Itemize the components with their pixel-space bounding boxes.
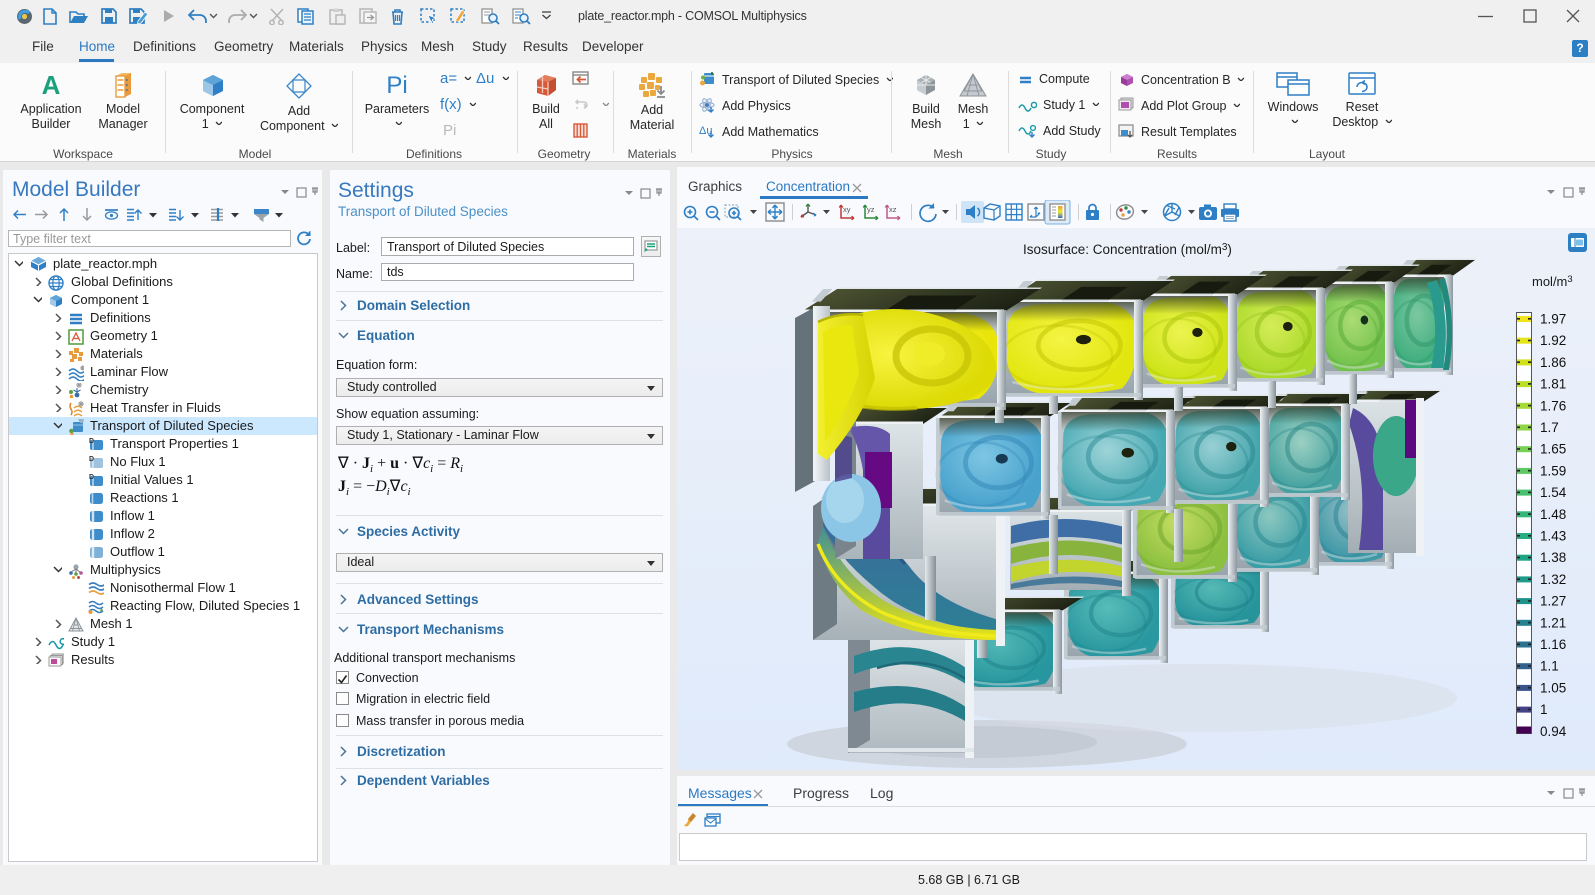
svg-text:xz: xz <box>889 205 897 214</box>
svg-text:D: D <box>89 456 94 463</box>
svg-text:D: D <box>89 474 94 481</box>
svg-text:xy: xy <box>843 205 851 214</box>
svg-text:A: A <box>42 72 61 98</box>
svg-text:yz: yz <box>867 205 875 214</box>
svg-text:D: D <box>89 438 94 445</box>
svg-text:Pi: Pi <box>386 72 407 98</box>
